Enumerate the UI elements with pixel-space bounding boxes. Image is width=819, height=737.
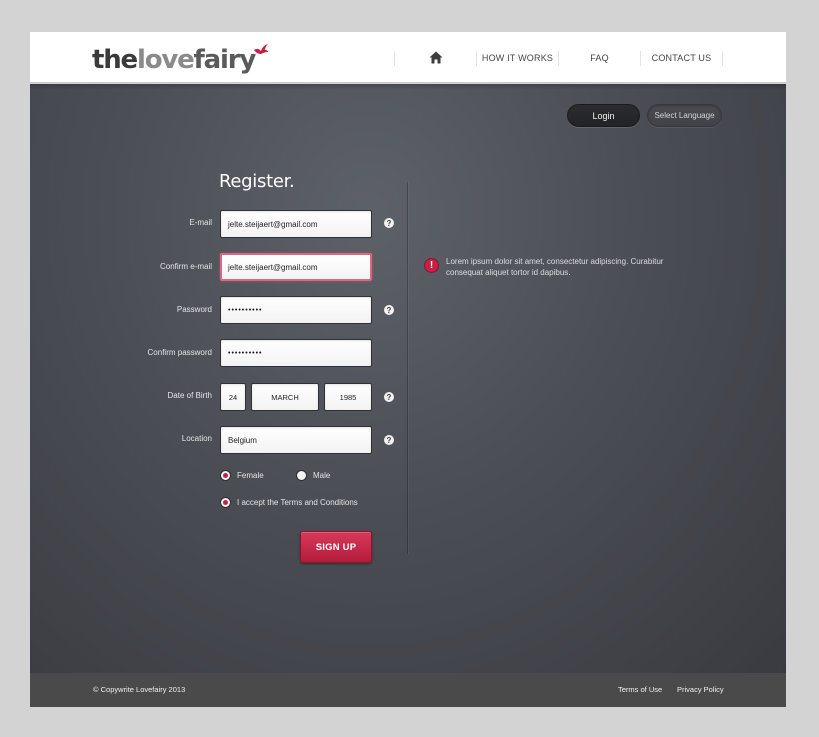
location-label: Location	[181, 434, 212, 443]
login-button[interactable]: Login	[567, 104, 640, 127]
nav-contact-us[interactable]: CONTACT US	[641, 32, 722, 83]
confirm-password-field[interactable]: ••••••••••	[220, 339, 372, 367]
dob-day-field[interactable]: 24	[220, 383, 246, 411]
nav-how-it-works[interactable]: HOW IT WORKS	[477, 32, 558, 83]
logo-text-fairy: fairy	[193, 45, 257, 75]
location-help-icon[interactable]: ?	[384, 435, 394, 445]
logo-text-the: the	[92, 45, 138, 75]
nav-divider	[722, 51, 723, 66]
terms-of-use-link[interactable]: Terms of Use	[618, 685, 662, 694]
email-help-icon[interactable]: ?	[384, 218, 394, 228]
radio-selected-dot	[223, 473, 228, 478]
site-footer: © Copywrite Lovefairy 2013 Terms of Use …	[30, 673, 786, 707]
dob-month-select[interactable]: MARCH	[251, 383, 319, 411]
form-divider	[407, 182, 408, 554]
gender-male-label: Male	[313, 471, 331, 480]
gender-male-radio[interactable]	[296, 470, 307, 481]
privacy-policy-link[interactable]: Privacy Policy	[677, 685, 724, 694]
main-content: Login Select Language Register. E-mail j…	[30, 84, 786, 673]
email-field[interactable]: jelte.steijaert@gmail.com	[220, 210, 372, 238]
site-header: the love fairy HOW IT WORKS FAQ CONTACT …	[30, 32, 786, 83]
site-logo[interactable]: the love fairy	[92, 41, 271, 75]
page-frame: the love fairy HOW IT WORKS FAQ CONTACT …	[30, 32, 786, 707]
location-field[interactable]: Belgium	[220, 426, 372, 454]
password-label: Password	[176, 305, 212, 314]
dob-help-icon[interactable]: ?	[384, 392, 394, 402]
logo-text-love: love	[136, 45, 195, 75]
confirm-password-value: ••••••••••	[228, 349, 263, 357]
gender-female-radio[interactable]	[220, 470, 231, 481]
terms-checkbox[interactable]	[220, 497, 231, 508]
password-value: ••••••••••	[228, 306, 263, 314]
copyright-text: © Copywrite Lovefairy 2013	[93, 685, 186, 694]
terms-label: I accept the Terms and Conditions	[237, 498, 358, 507]
page-title: Register.	[219, 171, 295, 192]
confirm-email-field[interactable]: jelte.steijaert@gmail.com	[220, 253, 372, 281]
sign-up-button[interactable]: SIGN UP	[300, 531, 372, 563]
terms-checked-dot	[223, 500, 228, 505]
password-field[interactable]: ••••••••••	[220, 296, 372, 324]
password-help-icon[interactable]: ?	[384, 305, 394, 315]
confirm-password-label: Confirm password	[147, 348, 212, 357]
confirm-email-label: Confirm e-mail	[159, 262, 212, 271]
home-icon	[429, 51, 442, 64]
nav-home[interactable]	[395, 32, 476, 83]
dob-label: Date of Birth	[167, 391, 212, 400]
bird-icon	[254, 44, 269, 54]
dob-year-field[interactable]: 1985	[324, 383, 372, 411]
nav-faq[interactable]: FAQ	[559, 32, 640, 83]
select-language-button[interactable]: Select Language	[647, 104, 722, 127]
gender-female-label: Female	[237, 471, 264, 480]
email-label: E-mail	[189, 218, 212, 227]
error-message: Lorem ipsum dolor sit amet, consectetur …	[446, 257, 664, 277]
error-icon: !	[424, 258, 439, 273]
